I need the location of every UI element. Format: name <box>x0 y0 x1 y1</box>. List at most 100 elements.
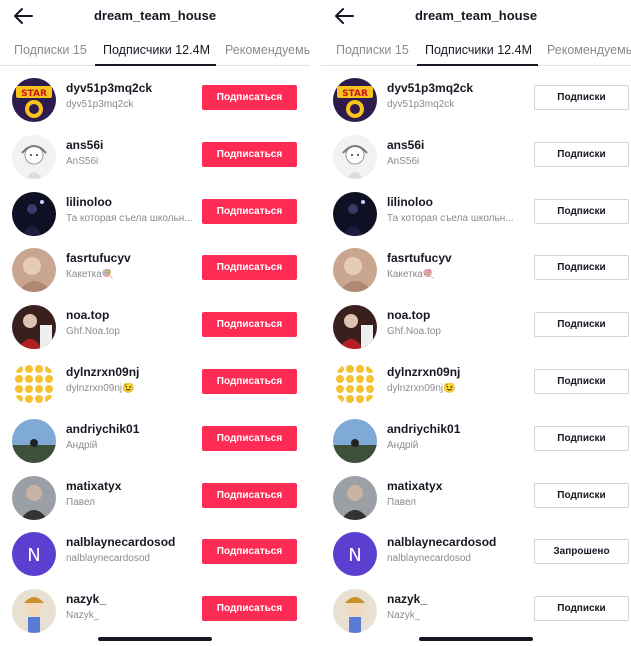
tab-following[interactable]: Подписки 15 <box>14 43 87 57</box>
list-item[interactable]: nazyk_ Nazyk_ Подписки <box>321 583 631 640</box>
list-item[interactable]: nazyk_ Nazyk_ Подписаться <box>0 583 310 640</box>
nickname: Андрій <box>387 439 419 451</box>
username[interactable]: matixatyx <box>387 479 442 493</box>
nickname: Nazyk_ <box>66 610 100 622</box>
following-button[interactable]: Подписки <box>534 141 629 167</box>
tab-suggested[interactable]: Рекомендуемы <box>225 43 310 57</box>
list-item[interactable]: lilinoloo Та которая съела школьн... Подпи… <box>321 186 631 243</box>
username[interactable]: dylnzrxn09nj <box>387 365 460 379</box>
list-item[interactable]: Nnalblaynecardosod nalblaynecardosod Запро… <box>321 526 631 583</box>
tab-suggested[interactable]: Рекомендуемы <box>547 43 631 57</box>
avatar[interactable] <box>12 589 56 634</box>
followers-screen-before: dream_team_house Подписки 15 Подписчики … <box>0 0 310 646</box>
username[interactable]: nalblaynecardosod <box>66 535 175 549</box>
list-item[interactable]: STAR dyv51p3mq2ck dyv51p3mq2ck Подписки <box>321 72 631 129</box>
username[interactable]: ans56i <box>387 138 424 152</box>
tab-followers[interactable]: Подписчики 12.4M <box>103 43 210 57</box>
following-button[interactable]: Подписки <box>534 255 629 281</box>
following-button[interactable]: Подписки <box>534 596 629 622</box>
list-item[interactable]: ans56i AnS56i Подписаться <box>0 129 310 186</box>
following-button[interactable]: Подписки <box>534 312 629 338</box>
nickname: Та которая съела школьн... <box>387 212 514 224</box>
avatar[interactable] <box>12 475 56 520</box>
follow-button[interactable]: Подписаться <box>202 539 297 565</box>
username[interactable]: noa.top <box>66 308 109 322</box>
username[interactable]: dylnzrxn09nj <box>66 365 139 379</box>
avatar[interactable] <box>12 134 56 179</box>
following-button[interactable]: Подписки <box>534 85 629 110</box>
nickname: Какетка🍭 <box>387 269 436 281</box>
username[interactable]: ans56i <box>66 138 103 152</box>
username[interactable]: fasrtufucyv <box>387 251 452 265</box>
list-item[interactable]: noa.top Ghf.Noa.top Подписаться <box>0 299 310 356</box>
list-item[interactable]: noa.top Ghf.Noa.top Подписки <box>321 299 631 356</box>
username[interactable]: fasrtufucyv <box>66 251 131 265</box>
home-indicator <box>98 637 212 641</box>
avatar[interactable]: N <box>333 532 377 577</box>
list-item[interactable]: andriychik01 Андрій Подписаться <box>0 413 310 470</box>
nickname: Павел <box>387 496 417 508</box>
follow-button[interactable]: Подписаться <box>202 482 297 508</box>
follow-button[interactable]: Подписаться <box>202 596 297 622</box>
following-button[interactable]: Подписки <box>534 482 629 508</box>
username[interactable]: noa.top <box>387 308 430 322</box>
nickname: Андрій <box>66 439 98 451</box>
top-bar: dream_team_house <box>321 0 631 32</box>
avatar[interactable] <box>12 248 56 293</box>
tab-followers[interactable]: Подписчики 12.4M <box>425 43 532 57</box>
avatar[interactable] <box>12 305 56 350</box>
avatar[interactable] <box>12 418 56 463</box>
username[interactable]: matixatyx <box>66 479 121 493</box>
following-button[interactable]: Запрошено <box>534 539 629 565</box>
list-item[interactable]: dylnzrxn09nj dylnzrxn09nj😉 Подписаться <box>0 356 310 413</box>
avatar[interactable] <box>333 305 377 350</box>
nickname: dyv51p3mq2ck <box>66 99 134 110</box>
list-item[interactable]: matixatyx Павел Подписаться <box>0 470 310 527</box>
nickname: nalblaynecardosod <box>387 553 471 565</box>
list-item[interactable]: fasrtufucyv Какетка🍭 Подписаться <box>0 242 310 299</box>
tab-following[interactable]: Подписки 15 <box>336 43 409 57</box>
avatar[interactable] <box>333 418 377 463</box>
avatar[interactable] <box>333 191 377 236</box>
username[interactable]: dyv51p3mq2ck <box>66 81 152 95</box>
username[interactable]: dyv51p3mq2ck <box>387 81 473 95</box>
list-item[interactable]: STAR dyv51p3mq2ck dyv51p3mq2ck Подписаться <box>0 72 310 129</box>
list-item[interactable]: andriychik01 Андрій Подписки <box>321 413 631 470</box>
list-item[interactable]: ans56i AnS56i Подписки <box>321 129 631 186</box>
nickname: Какетка🍭 <box>66 269 115 281</box>
follow-button[interactable]: Подписаться <box>202 312 297 338</box>
avatar[interactable] <box>333 248 377 293</box>
follow-button[interactable]: Подписаться <box>202 255 297 281</box>
list-item[interactable]: lilinoloo Та которая съела школьн... Подпи… <box>0 186 310 243</box>
username[interactable]: nazyk_ <box>387 592 427 606</box>
username[interactable]: andriychik01 <box>66 422 139 436</box>
nickname: AnS56i <box>387 155 420 167</box>
avatar[interactable]: STAR <box>12 78 56 122</box>
follow-button[interactable]: Подписаться <box>202 198 297 224</box>
avatar[interactable] <box>12 191 56 236</box>
avatar[interactable] <box>12 362 56 406</box>
avatar[interactable] <box>333 362 377 406</box>
list-item[interactable]: dylnzrxn09nj dylnzrxn09nj😉 Подписки <box>321 356 631 413</box>
username[interactable]: nazyk_ <box>66 592 106 606</box>
follow-button[interactable]: Подписаться <box>202 369 297 394</box>
avatar[interactable] <box>333 475 377 520</box>
follow-button[interactable]: Подписаться <box>202 85 297 110</box>
avatar[interactable] <box>333 589 377 634</box>
list-item[interactable]: matixatyx Павел Подписки <box>321 470 631 527</box>
username[interactable]: lilinoloo <box>387 195 433 209</box>
username[interactable]: nalblaynecardosod <box>387 535 496 549</box>
following-button[interactable]: Подписки <box>534 198 629 224</box>
follow-button[interactable]: Подписаться <box>202 141 297 167</box>
following-button[interactable]: Подписки <box>534 369 629 394</box>
list-item[interactable]: Nnalblaynecardosod nalblaynecardosod Подпи… <box>0 526 310 583</box>
following-button[interactable]: Подписки <box>534 425 629 451</box>
avatar[interactable]: N <box>12 532 56 577</box>
username[interactable]: andriychik01 <box>387 422 460 436</box>
tab-bar: Подписки 15 Подписчики 12.4M Рекомендуем… <box>0 34 310 66</box>
follow-button[interactable]: Подписаться <box>202 425 297 451</box>
avatar[interactable] <box>333 134 377 179</box>
username[interactable]: lilinoloo <box>66 195 112 209</box>
avatar[interactable]: STAR <box>333 78 377 122</box>
list-item[interactable]: fasrtufucyv Какетка🍭 Подписки <box>321 242 631 299</box>
